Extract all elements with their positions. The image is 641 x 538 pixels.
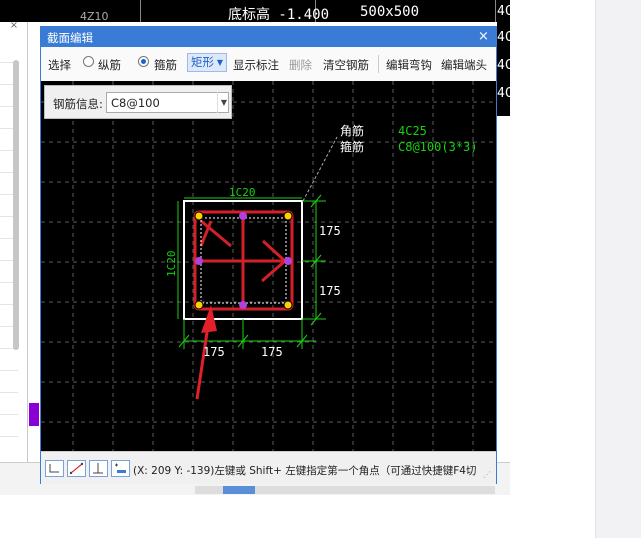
shape-value: 矩形 xyxy=(191,55,214,69)
left-rebar-label: 1C20 xyxy=(165,251,178,278)
right-label: 4C xyxy=(497,4,513,19)
right-label: 4C xyxy=(497,58,513,73)
rebar-info-input[interactable] xyxy=(106,92,229,113)
status-bar: (X: 209 Y: -139)左键或 Shift+ 左键指定第一个角点（可通过… xyxy=(41,451,496,484)
section-drawing: 角筋 箍筋 4C25 C8@100(3*3) 1C20 1C20 175 175… xyxy=(41,81,496,451)
grid-line xyxy=(495,0,496,22)
corner-rebar-label: 角筋 xyxy=(340,123,364,138)
shape-dropdown[interactable]: 矩形 ▼ xyxy=(187,53,227,72)
perpendicular-icon[interactable] xyxy=(89,460,108,477)
stirrups xyxy=(193,210,294,311)
stirrup-radio[interactable] xyxy=(138,56,149,67)
stirrup-label-text: 箍筋 xyxy=(340,139,364,154)
background-code: 4Z10 xyxy=(80,10,109,23)
dialog-title: 截面编辑 xyxy=(47,31,93,45)
stirrup-label[interactable]: 箍筋 xyxy=(154,57,177,73)
chevron-down-icon[interactable]: ▼ xyxy=(217,92,230,113)
panel-close-icon[interactable]: × xyxy=(8,20,20,32)
dim-right-top: 175 xyxy=(319,224,341,238)
corner-rebar-value: 4C25 xyxy=(398,124,427,138)
right-panel xyxy=(595,0,641,538)
left-scrollbar[interactable] xyxy=(13,60,19,350)
ortho-icon[interactable] xyxy=(45,460,64,477)
grid xyxy=(41,81,496,451)
dim-bottom-right: 175 xyxy=(261,345,283,359)
status-text: (X: 209 Y: -139)左键或 Shift+ 左键指定第一个角点（可通过… xyxy=(133,465,477,477)
background-size: 500x500 xyxy=(360,4,420,20)
section-edit-dialog: 截面编辑 × 选择 纵筋 箍筋 矩形 ▼ 显示标注 删除 清空钢筋 编辑弯钩 编辑… xyxy=(40,26,497,484)
clear-rebar-button[interactable]: 清空钢筋 xyxy=(323,57,369,73)
show-dimensions-button[interactable]: 显示标注 xyxy=(233,57,279,73)
longitudinal-radio[interactable] xyxy=(83,56,94,67)
dialog-title-bar[interactable]: 截面编辑 × xyxy=(41,27,496,47)
toolbar-separator xyxy=(378,55,379,73)
close-button[interactable]: × xyxy=(478,29,489,44)
snap-icon[interactable] xyxy=(111,460,130,477)
toolbar: 选择 纵筋 箍筋 矩形 ▼ 显示标注 删除 清空钢筋 编辑弯钩 编辑端头 xyxy=(41,47,496,82)
select-button[interactable]: 选择 xyxy=(48,57,71,73)
resize-grip-icon[interactable]: ⋰ xyxy=(483,470,491,479)
chevron-down-icon: ▼ xyxy=(216,58,223,67)
drawing-canvas[interactable]: 角筋 箍筋 4C25 C8@100(3*3) 1C20 1C20 175 175… xyxy=(41,81,496,451)
top-rebar-label: 1C20 xyxy=(229,186,256,199)
edit-bend-button[interactable]: 编辑弯钩 xyxy=(386,57,432,73)
right-label: 4C xyxy=(497,30,513,45)
edit-end-button[interactable]: 编辑端头 xyxy=(441,57,487,73)
bottom-tabs xyxy=(195,486,495,494)
delete-button[interactable]: 删除 xyxy=(289,57,312,73)
background-elevation: 底标高 -1.400 xyxy=(228,7,330,23)
line-icon[interactable] xyxy=(67,460,86,477)
active-bottom-tab[interactable] xyxy=(223,486,255,494)
rebar-info-label: 钢筋信息: xyxy=(53,97,103,111)
leader-line xyxy=(302,136,338,202)
dim-right-bottom: 175 xyxy=(319,284,341,298)
side-tab[interactable] xyxy=(29,403,39,426)
right-label: 4C xyxy=(497,86,513,101)
grid-line xyxy=(140,0,141,22)
longitudinal-label[interactable]: 纵筋 xyxy=(98,57,121,73)
stirrup-value: C8@100(3*3) xyxy=(398,140,477,154)
rebar-info-panel: 钢筋信息: ▼ xyxy=(44,85,232,119)
dim-bottom-left: 175 xyxy=(203,345,225,359)
